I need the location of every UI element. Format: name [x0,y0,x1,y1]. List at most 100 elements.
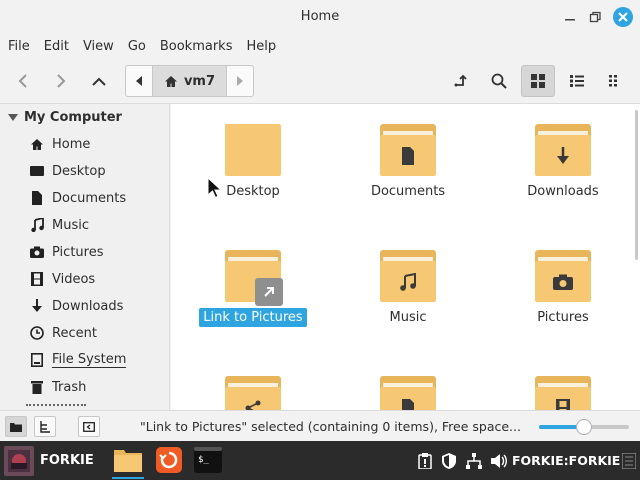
breadcrumb-home[interactable]: vm7 [152,66,227,96]
chevron-right-icon [57,74,66,88]
mouse-cursor-icon [207,177,223,199]
zoom-slider-handle[interactable] [576,419,592,435]
chevron-left-icon [18,74,27,88]
sidebar-item-videos[interactable]: Videos [30,268,95,290]
sidebar-item-label: Recent [52,325,97,341]
menu-view[interactable]: View [83,39,114,54]
status-message: "Link to Pictures" selected (containing … [140,419,521,434]
folder-icon [535,376,591,410]
menu-bookmarks[interactable]: Bookmarks [160,39,233,54]
file-item-downloads[interactable]: Downloads [503,124,623,201]
folder-icon [380,376,436,410]
music-icon [400,272,416,291]
file-item-documents[interactable]: Documents [348,124,468,201]
compact-list-icon [609,75,617,87]
search-icon [491,73,507,89]
compact-view-button[interactable] [599,65,633,97]
link-icon [255,278,283,306]
desktop-icon [30,164,44,178]
file-name: Link to Pictures [199,308,307,327]
volume-tray-icon[interactable] [471,452,489,470]
back-button[interactable] [6,65,40,97]
show-desktop-icon[interactable] [620,452,638,470]
start-logo-icon [4,445,34,476]
shield-tray-icon[interactable] [440,452,458,470]
forward-button[interactable] [44,65,78,97]
folder-icon [225,376,281,410]
home-icon [30,137,44,151]
tree-icon [40,420,50,433]
window-title: Home [300,9,340,24]
sidebar-section-header[interactable]: My Computer [8,110,122,125]
folder-icon [535,250,591,302]
sidebar-item-documents[interactable]: Documents [30,187,126,209]
speaker-icon[interactable] [490,452,508,470]
toggle-sidebar-button[interactable] [78,416,100,437]
file-name: Desktop [226,184,280,199]
toggle-location-button[interactable] [444,65,478,97]
camera-icon [553,274,573,290]
sidebar-toggle-icon [83,421,95,432]
start-menu-button[interactable]: FORKIE [0,441,100,480]
drive-icon [30,353,44,367]
film-icon [30,272,44,286]
document-icon [402,398,414,410]
grid-icon [531,74,545,88]
document-icon [402,146,414,165]
maximize-button[interactable] [585,7,605,27]
sidebar-item-label: Music [52,217,89,233]
icon-view-button[interactable] [521,65,555,97]
scrollbar[interactable] [635,110,638,260]
file-item-partial[interactable] [348,376,468,410]
show-tree-button[interactable] [34,416,56,437]
music-icon [30,218,44,232]
menu-go[interactable]: Go [128,39,146,54]
sidebar-item-trash[interactable]: Trash [30,376,86,398]
file-item-partial[interactable] [193,376,313,410]
sidebar-item-desktop[interactable]: Desktop [30,160,106,182]
title-bar: Home [0,0,640,34]
show-places-button[interactable] [5,416,27,437]
clipboard-tray-icon[interactable] [416,452,434,470]
sidebar-item-label: Home [52,136,91,152]
file-item-link-to-pictures[interactable]: Link to Pictures [193,250,313,327]
breadcrumb-right-button[interactable] [227,66,253,96]
sidebar-item-recent[interactable]: Recent [30,322,97,344]
sidebar-overflow-fade [26,404,86,407]
minimize-button[interactable] [560,7,580,27]
update-manager-icon [156,447,182,473]
sidebar-item-pictures[interactable]: Pictures [30,241,103,263]
sidebar-item-home[interactable]: Home [30,133,90,155]
close-button[interactable] [613,7,633,27]
svg-text:$_: $_ [198,455,209,465]
sidebar-item-file-system[interactable]: File System [30,349,127,371]
breadcrumb-left-button[interactable] [126,66,152,96]
breadcrumb-label: vm7 [183,73,216,89]
file-item-pictures[interactable]: Pictures [503,250,623,327]
sidebar-item-label: Downloads [52,298,124,314]
chevron-up-icon [92,77,106,86]
taskbar-update-manager[interactable] [153,445,185,475]
folder-icon [225,250,283,306]
zoom-slider[interactable] [539,419,629,435]
up-button[interactable] [82,65,116,97]
file-item-partial[interactable] [503,376,623,410]
list-view-button[interactable] [560,65,594,97]
menu-edit[interactable]: Edit [44,39,69,54]
file-name: Pictures [537,310,589,325]
menu-file[interactable]: File [8,39,30,54]
film-icon [556,398,570,410]
sidebar-item-label: Trash [52,379,87,395]
taskbar-files-app[interactable] [112,445,144,479]
search-button[interactable] [482,65,516,97]
close-icon [618,12,628,22]
taskbar-terminal[interactable]: $_ [192,445,224,475]
folder-icon [380,124,436,176]
sidebar-item-downloads[interactable]: Downloads [30,295,123,317]
sidebar-item-music[interactable]: Music [30,214,89,236]
menu-help[interactable]: Help [246,39,276,54]
download-icon [557,146,569,164]
sidebar-item-label: Videos [52,271,96,287]
folder-icon [225,124,281,176]
file-item-music[interactable]: Music [348,250,468,327]
